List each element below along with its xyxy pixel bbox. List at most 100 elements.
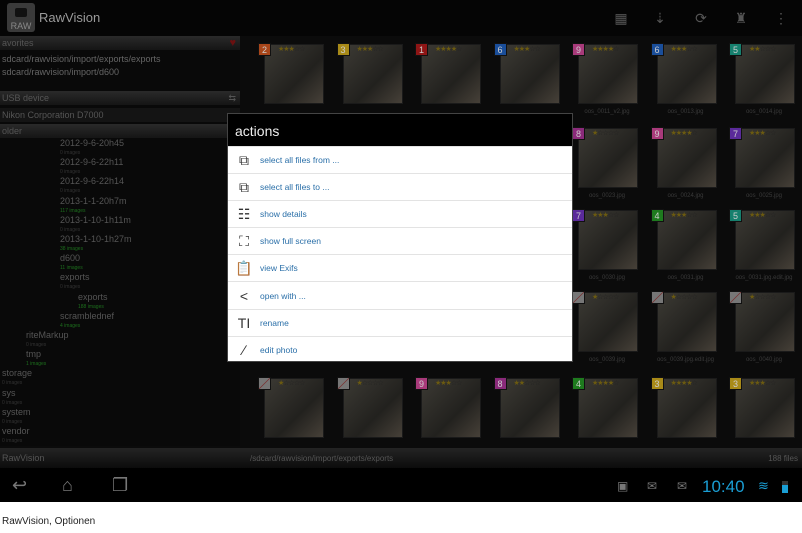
folder-item[interactable]: exports 188 images [78, 292, 108, 312]
thumbnail-cell[interactable]: 3 ★★★☆☆ [333, 40, 411, 120]
sort-icon[interactable]: ⇣ [651, 10, 669, 27]
favorites-label: avorites [2, 38, 34, 48]
stamp-icon[interactable]: ♜ [732, 10, 750, 27]
file-name: oos_0011_v2.jpg [584, 109, 630, 115]
photo-thumbnail [499, 378, 560, 438]
sidebar-footer: RawVision [0, 448, 240, 468]
photo-thumbnail [656, 378, 717, 438]
action-item[interactable]: ☷ show details [228, 200, 572, 227]
overflow-menu-icon[interactable]: ⋮ [772, 10, 790, 27]
thumbnail-cell[interactable]: 3 ★★★☆☆ [725, 374, 802, 454]
thumbnail-cell[interactable]: 2 ★★★☆☆ [254, 40, 332, 120]
thumbnail-cell[interactable]: 3 ★★★★☆ [647, 374, 725, 454]
folder-item[interactable]: 2013-1-10-1h27m 38 images [60, 234, 132, 254]
folder-count: 0 images [2, 438, 23, 444]
rating-stars: ★★★☆☆ [435, 380, 462, 387]
thumbnail-cell[interactable]: ★☆☆☆☆ [254, 374, 332, 454]
actions-dialog: actions ⧉ select all files from ... ⧉ selec… [227, 113, 573, 362]
refresh-icon[interactable]: ⟳ [692, 10, 710, 27]
color-label-badge [572, 291, 585, 304]
color-label-badge: 4 [650, 209, 664, 222]
thumbnail-cell[interactable]: ★☆☆☆☆ oos_0040.jpg [725, 288, 802, 368]
thumbnail-cell[interactable]: 7 ★★★☆☆ oos_0025.jpg [725, 124, 802, 204]
thumbnail-cell[interactable]: 6 ★★★☆☆ oos_0013.jpg [647, 40, 725, 120]
action-item[interactable]: 📋 view Exifs [228, 254, 572, 281]
rating-stars: ★☆☆☆☆ [592, 130, 619, 137]
grid-view-icon[interactable]: ▦ [612, 10, 630, 27]
file-name: oos_0031.jpg [667, 275, 704, 281]
thumbnail-cell[interactable]: 5 ★★★☆☆ oos_0031.jpg.edit.jpg [725, 206, 802, 286]
action-item[interactable]: ⧉ select all files to ... [228, 173, 572, 200]
photo-thumbnail [264, 44, 324, 104]
thumbnail-cell[interactable]: 1 ★★★★☆ [411, 40, 489, 120]
photo-thumbnail [735, 378, 795, 438]
color-label-badge: 2 [258, 43, 271, 56]
folder-name: 2012-9-6-22h11 [60, 157, 124, 168]
action-label: select all files from ... [260, 155, 340, 166]
battery-icon [782, 481, 788, 493]
color-label-badge [336, 377, 350, 390]
favorite-item[interactable]: sdcard/rawvision/import/exports/exports [2, 54, 161, 64]
folder-item[interactable]: 2012-9-6-22h11 0 images [60, 157, 123, 177]
favorite-item[interactable]: sdcard/rawvision/import/d600 [2, 67, 119, 77]
folder-item[interactable]: riteMarkup 0 images [26, 330, 69, 350]
thumbnail-cell[interactable]: 9 ★★★★☆ oos_0024.jpg [647, 124, 725, 204]
action-item[interactable]: < open with ... [228, 281, 572, 308]
thumbnail-cell[interactable]: 4 ★★★★☆ [568, 374, 646, 454]
photo-thumbnail [264, 378, 324, 438]
folder-item[interactable]: sys 0 images [2, 388, 22, 408]
action-item[interactable]: ∕ edit photo [228, 335, 572, 363]
back-icon[interactable]: ↩ [12, 475, 27, 496]
file-name: oos_0023.jpg [588, 193, 626, 199]
app-icon[interactable]: RAW [7, 3, 35, 32]
thumbnail-cell[interactable]: ★☆☆☆☆ oos_0039.jpg [568, 288, 646, 368]
folder-item[interactable]: scramblednef 4 images [60, 311, 114, 331]
rating-stars: ★★★☆☆ [278, 46, 305, 53]
share-icon: < [239, 287, 249, 304]
mail-notification-icon[interactable]: ✉ [677, 479, 687, 493]
recent-apps-icon[interactable]: ❐ [112, 475, 128, 496]
folder-item[interactable]: vendor 0 images [2, 426, 30, 446]
folder-item[interactable]: 2012-9-6-20h45 0 images [60, 138, 124, 158]
action-label: edit photo [260, 344, 298, 355]
clipboard-icon: 📋 [235, 259, 253, 276]
usb-device[interactable]: Nikon Corporation D7000 [0, 108, 240, 122]
rating-stars: ★★★☆☆ [670, 46, 698, 53]
color-label-badge [650, 291, 664, 304]
rating-stars: ★☆☆☆☆ [278, 380, 305, 387]
color-label-badge: 3 [336, 43, 350, 56]
color-label-badge: 9 [572, 43, 585, 56]
thumbnail-cell[interactable]: 8 ★★☆☆☆ [490, 374, 568, 454]
thumbnail-cell[interactable]: 6 ★★★☆☆ [490, 40, 568, 120]
action-item[interactable]: ⧉ select all files from ... [228, 146, 572, 173]
folder-item[interactable]: tmp 1 images [26, 349, 46, 369]
action-item[interactable]: TI rename [228, 308, 572, 336]
photo-thumbnail [578, 128, 638, 188]
folder-item[interactable]: d600 11 images [60, 253, 83, 273]
home-icon[interactable]: ⌂ [62, 475, 73, 496]
gallery-notification-icon[interactable]: ▣ [617, 479, 628, 493]
usb-icon: ⇆ [228, 93, 236, 103]
action-item[interactable]: ⛶ show full screen [228, 227, 572, 254]
color-label-badge [729, 291, 742, 304]
folder-name: system [2, 406, 31, 417]
folder-item[interactable]: 2013-1-1-20h7m 117 images [60, 196, 127, 216]
thumbnail-cell[interactable]: 9 ★★★☆☆ [411, 374, 489, 454]
folder-name: riteMarkup [26, 330, 69, 340]
folder-item[interactable]: storage 0 images [2, 368, 32, 388]
thumbnail-cell[interactable]: 4 ★★★☆☆ oos_0031.jpg [647, 206, 725, 286]
thumbnail-cell[interactable]: 7 ★★★☆☆ oos_0030.jpg [568, 206, 646, 286]
thumbnail-cell[interactable]: ★☆☆☆☆ [333, 374, 411, 454]
mail-notification-icon[interactable]: ✉ [647, 479, 657, 493]
thumbnail-cell[interactable]: 5 ★★☆☆☆ oos_0014.jpg [725, 40, 802, 120]
action-label: open with ... [260, 290, 306, 301]
photo-thumbnail [656, 292, 717, 352]
thumbnail-cell[interactable]: 8 ★☆☆☆☆ oos_0023.jpg [568, 124, 646, 204]
thumbnail-cell[interactable]: 9 ★★★★☆ oos_0011_v2.jpg [568, 40, 646, 120]
folder-item[interactable]: exports 0 images [60, 272, 90, 292]
folder-item[interactable]: 2013-1-10-1h11m 0 images [60, 215, 131, 235]
thumbnail-cell[interactable]: ★☆☆☆☆ oos_0039.jpg.edit.jpg [647, 288, 725, 368]
folder-item[interactable]: 2012-9-6-22h14 0 images [60, 176, 124, 196]
folder-item[interactable]: system 0 images [2, 407, 31, 427]
rating-stars: ★☆☆☆☆ [749, 294, 776, 301]
